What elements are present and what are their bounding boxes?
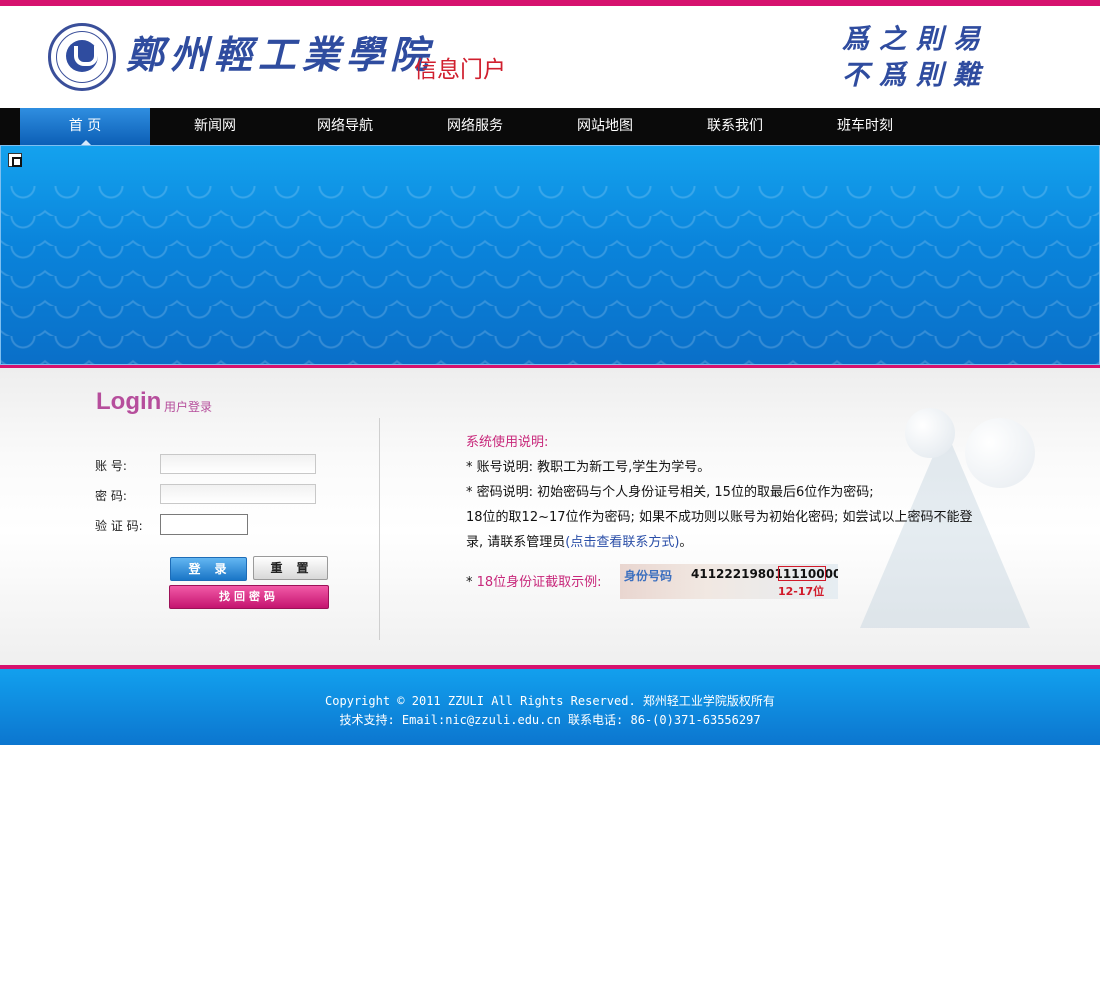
seal-core-icon (66, 40, 98, 72)
support-text: 技术支持: Email:nic@zzuli.edu.cn 联系电话: 86-(0… (339, 713, 761, 727)
banner-area (0, 145, 1100, 365)
copyright-text: Copyright © 2011 ZZULI All Rights Reserv… (325, 694, 775, 708)
instruction-password-cont: 18位的取12~17位作为密码; 如果不成功则以账号为初始化密码; 如尝试以上密… (466, 510, 973, 525)
site-footer: Copyright © 2011 ZZULI All Rights Reserv… (0, 669, 1100, 745)
instruction-password: * 密码说明: 初始密码与个人身份证号相关, 15位的取最后6位作为密码; (466, 485, 874, 500)
reset-button[interactable]: 重置 (253, 556, 328, 580)
instruction-contact-end: 。 (679, 535, 693, 550)
nav-item-sitemap[interactable]: 网站地图 (540, 108, 670, 145)
decorative-sphere (965, 418, 1035, 488)
vertical-divider (379, 418, 380, 640)
nav-item-services[interactable]: 网络服务 (410, 108, 540, 145)
portal-name: 信息门户 (414, 57, 506, 83)
instruction-contact: 录, 请联系管理员(点击查看联系方式)。 (466, 530, 692, 555)
instructions-title: 系统使用说明: (466, 435, 549, 450)
account-field[interactable] (160, 454, 316, 474)
login-button[interactable]: 登录 (170, 557, 247, 581)
nav-item-news[interactable]: 新闻网 (150, 108, 280, 145)
captcha-field[interactable] (160, 514, 248, 535)
school-motto: 爲之則易 不爲則難 (842, 22, 1002, 94)
id-example-row: * 18位身份证截取示例: (466, 570, 602, 595)
motto-line-2: 不爲則難 (842, 60, 990, 91)
instruction-contact-text: 录, 请联系管理员 (466, 535, 566, 550)
password-label: 密 码: (95, 489, 127, 503)
instruction-account: * 账号说明: 教职工为新工号,学生为学号。 (466, 460, 711, 475)
id-example-bullet: * (466, 575, 473, 590)
login-subtitle: 用户登录 (164, 400, 213, 414)
nav-item-contact[interactable]: 联系我们 (670, 108, 800, 145)
login-title: Login (96, 388, 162, 415)
school-name: 鄭州輕工業學院 (126, 32, 435, 77)
password-field[interactable] (160, 484, 316, 504)
banner-toggle-icon[interactable] (8, 153, 22, 167)
nav-item-navigation[interactable]: 网络导航 (280, 108, 410, 145)
main-nav: 首 页 新闻网 网络导航 网络服务 网站地图 联系我们 班车时刻 (0, 108, 1100, 145)
id-card-example-image: 身份号码 411222198011110000 12-17位 (620, 564, 838, 599)
decorative-sphere (905, 408, 955, 458)
login-section: Login 用户登录 账 号: 密 码: 验 证 码: 登录 重置 找回密码 系… (0, 368, 1100, 665)
forgot-password-button[interactable]: 找回密码 (169, 585, 329, 609)
university-seal-logo (48, 23, 116, 91)
account-label: 账 号: (95, 459, 127, 473)
captcha-label: 验 证 码: (95, 519, 143, 533)
id-card-highlight-box (778, 566, 826, 581)
contact-info-link[interactable]: (点击查看联系方式) (565, 535, 679, 550)
id-card-note: 12-17位 (778, 585, 825, 598)
banner-pattern (1, 186, 1099, 364)
id-example-label: 18位身份证截取示例: (476, 575, 602, 590)
site-header: 鄭州輕工業學院 信息门户 爲之則易 不爲則難 (0, 6, 1100, 108)
nav-item-bus-schedule[interactable]: 班车时刻 (800, 108, 930, 145)
nav-item-home[interactable]: 首 页 (20, 108, 150, 145)
id-card-key: 身份号码 (624, 569, 673, 583)
motto-line-1: 爲之則易 (842, 24, 990, 55)
